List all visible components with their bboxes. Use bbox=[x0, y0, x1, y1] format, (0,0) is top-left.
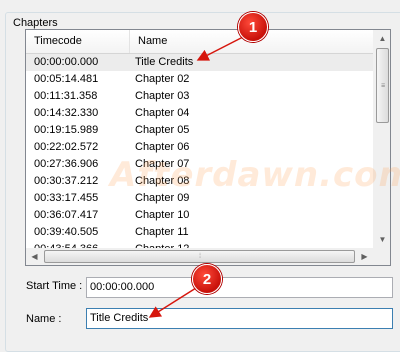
timecode-cell: 00:14:32.330 bbox=[34, 107, 99, 119]
scroll-right-arrow-icon[interactable]: ▶ bbox=[356, 248, 373, 265]
chapters-list[interactable]: Timecode Name 00:00:00.000 Title Credits 0… bbox=[25, 29, 391, 266]
list-header: Timecode Name bbox=[26, 30, 373, 54]
table-row[interactable]: 00:00:00.000 Title Credits bbox=[26, 54, 373, 71]
timecode-cell: 00:30:37.212 bbox=[34, 175, 99, 187]
chapter-name-cell: Title Credits bbox=[135, 56, 194, 68]
chapter-name-cell: Chapter 10 bbox=[135, 209, 190, 221]
timecode-cell: 00:22:02.572 bbox=[34, 141, 99, 153]
grip-icon: ≡ bbox=[380, 82, 385, 89]
timecode-cell: 00:39:40.505 bbox=[34, 226, 99, 238]
timecode-cell: 00:11:31.358 bbox=[34, 90, 98, 102]
timecode-cell: 00:33:17.455 bbox=[34, 192, 99, 204]
table-row[interactable]: 00:22:02.572 Chapter 06 bbox=[26, 139, 373, 156]
timecode-cell: 00:00:00.000 bbox=[34, 56, 99, 68]
scrollbar-corner bbox=[373, 248, 390, 265]
name-input[interactable]: Title Credits bbox=[86, 308, 393, 329]
scroll-up-arrow-icon[interactable]: ▲ bbox=[374, 30, 390, 47]
timecode-cell: 00:27:36.906 bbox=[34, 158, 99, 170]
watermark-logo: Afterdawn.com bbox=[110, 155, 400, 195]
start-time-input[interactable]: 00:00:00.000 bbox=[86, 277, 393, 298]
chapter-name-cell: Chapter 11 bbox=[135, 226, 189, 238]
timecode-cell: 00:36:07.417 bbox=[34, 209, 99, 221]
table-row[interactable]: 00:36:07.417 Chapter 10 bbox=[26, 207, 373, 224]
chapter-name-cell: Chapter 06 bbox=[135, 141, 190, 153]
chapter-name-cell: Chapter 02 bbox=[135, 73, 190, 85]
column-header-timecode[interactable]: Timecode bbox=[26, 30, 130, 53]
vertical-scrollbar[interactable]: ▲ ≡ ▼ bbox=[373, 30, 390, 248]
timecode-cell: 00:19:15.989 bbox=[34, 124, 99, 136]
callout-badge-1: 1 bbox=[238, 12, 268, 42]
callout-badge-2: 2 bbox=[192, 264, 222, 294]
chapter-name-cell: Chapter 03 bbox=[135, 90, 190, 102]
scroll-down-arrow-icon[interactable]: ▼ bbox=[374, 231, 390, 248]
name-label: Name : bbox=[26, 313, 62, 325]
table-row[interactable]: 00:11:31.358 Chapter 03 bbox=[26, 88, 373, 105]
horizontal-scroll-thumb[interactable]: ⦙ bbox=[44, 250, 355, 263]
grip-icon: ⦙ bbox=[199, 252, 200, 260]
start-time-label: Start Time : bbox=[26, 280, 83, 292]
horizontal-scrollbar[interactable]: ◀ ⦙ ▶ bbox=[26, 248, 373, 265]
timecode-cell: 00:05:14.481 bbox=[34, 73, 99, 85]
table-row[interactable]: 00:14:32.330 Chapter 04 bbox=[26, 105, 373, 122]
table-row[interactable]: 00:19:15.989 Chapter 05 bbox=[26, 122, 373, 139]
table-row[interactable]: 00:05:14.481 Chapter 02 bbox=[26, 71, 373, 88]
scroll-left-arrow-icon[interactable]: ◀ bbox=[26, 248, 43, 265]
chapters-group-title: Chapters bbox=[10, 17, 61, 29]
chapter-name-cell: Chapter 04 bbox=[135, 107, 190, 119]
vertical-scroll-thumb[interactable]: ≡ bbox=[376, 48, 389, 123]
chapter-name-cell: Chapter 05 bbox=[135, 124, 190, 136]
table-row[interactable]: 00:39:40.505 Chapter 11 bbox=[26, 224, 373, 241]
